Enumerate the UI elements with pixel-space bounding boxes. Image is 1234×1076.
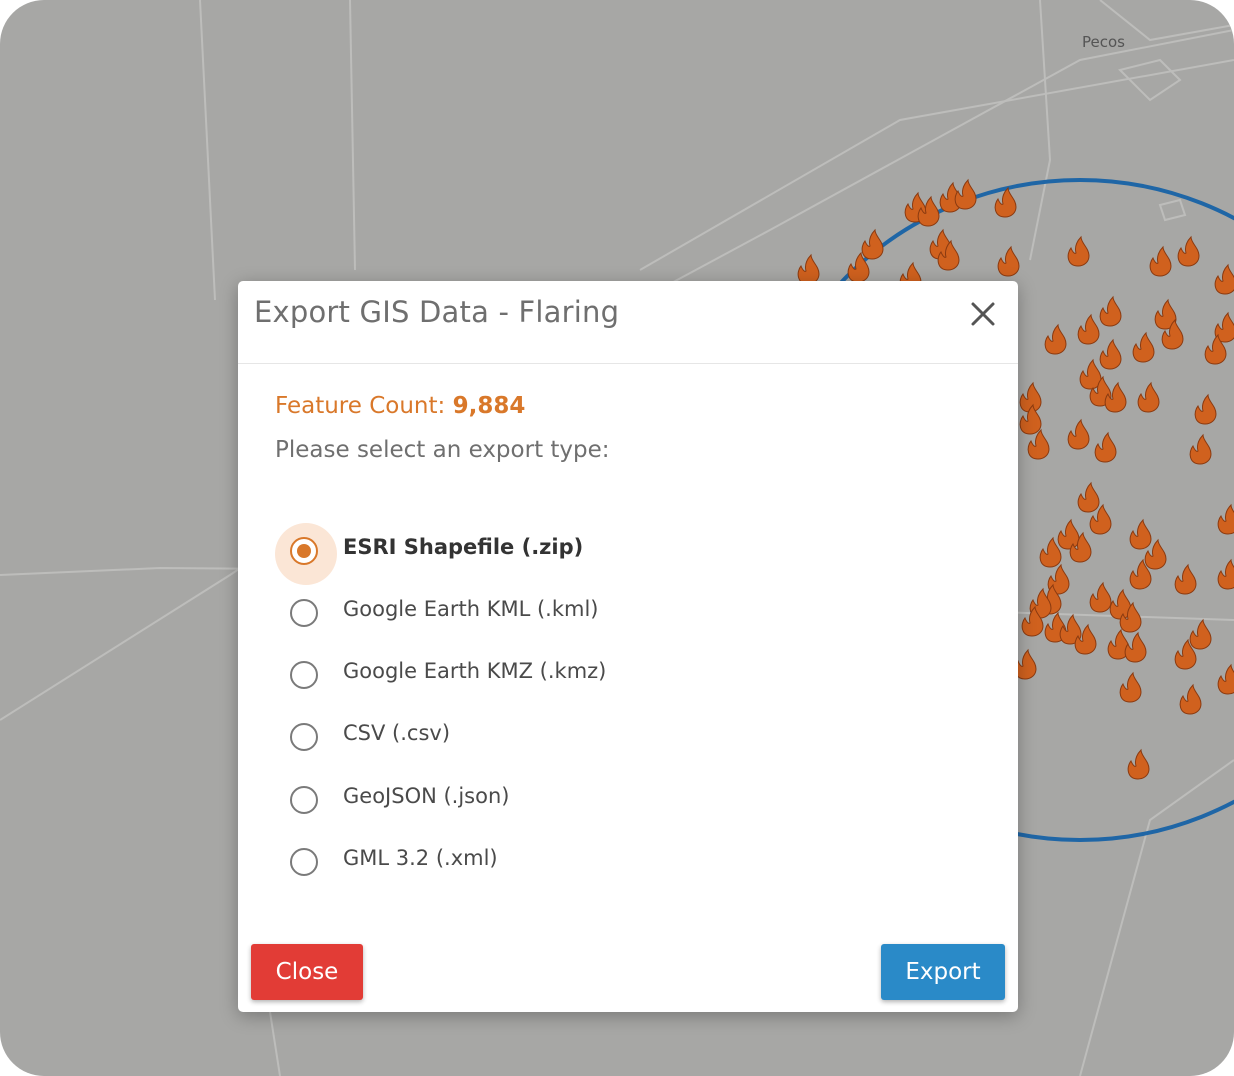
feature-count-label: Feature Count: xyxy=(275,393,453,419)
close-button[interactable]: Close xyxy=(251,944,363,1000)
dialog-header: Export GIS Data - Flaring xyxy=(238,281,1018,364)
option-label: GML 3.2 (.xml) xyxy=(343,846,498,870)
fire-icon[interactable] xyxy=(1149,245,1172,277)
option-label: Google Earth KML (.kml) xyxy=(343,597,599,621)
fire-icon[interactable] xyxy=(1177,235,1200,267)
fire-icon[interactable] xyxy=(1217,558,1234,590)
fire-icon[interactable] xyxy=(1174,563,1197,595)
fire-icon[interactable] xyxy=(1194,393,1217,425)
export-button[interactable]: Export xyxy=(881,944,1005,1000)
dialog-title: Export GIS Data - Flaring xyxy=(254,295,620,329)
radio-esri-shapefile[interactable] xyxy=(290,537,318,565)
radio-gml[interactable] xyxy=(290,848,318,876)
fire-icon[interactable] xyxy=(1039,536,1062,568)
fire-icon[interactable] xyxy=(1129,518,1152,550)
fire-icon[interactable] xyxy=(1067,418,1090,450)
fire-icon[interactable] xyxy=(797,253,820,285)
feature-count: Feature Count: 9,884 xyxy=(275,393,988,427)
option-label: ESRI Shapefile (.zip) xyxy=(343,535,584,559)
fire-icon[interactable] xyxy=(1189,433,1212,465)
map-view[interactable]: Pecos Export GIS Data - Flaring Feature … xyxy=(0,0,1234,1076)
option-gml[interactable]: GML 3.2 (.xml) xyxy=(275,840,775,890)
fire-icon[interactable] xyxy=(1077,313,1100,345)
fire-icon[interactable] xyxy=(1189,618,1212,650)
option-esri-shapefile[interactable]: ESRI Shapefile (.zip) xyxy=(275,523,775,585)
fire-icon[interactable] xyxy=(1179,683,1202,715)
fire-icon[interactable] xyxy=(997,245,1020,277)
option-label: CSV (.csv) xyxy=(343,721,451,745)
radio-kml[interactable] xyxy=(290,599,318,627)
dialog-body: Feature Count: 9,884 Please select an ex… xyxy=(275,393,988,876)
fire-icon[interactable] xyxy=(1214,263,1234,295)
fire-icon[interactable] xyxy=(1217,663,1234,695)
fire-icon[interactable] xyxy=(861,228,884,260)
fire-icon[interactable] xyxy=(1127,748,1150,780)
radio-kmz[interactable] xyxy=(290,661,318,689)
fire-icon[interactable] xyxy=(1089,581,1112,613)
fire-icon[interactable] xyxy=(1014,648,1037,680)
fire-icon[interactable] xyxy=(954,178,977,210)
option-label: GeoJSON (.json) xyxy=(343,784,510,808)
fire-icon[interactable] xyxy=(1067,235,1090,267)
map-place-label: Pecos xyxy=(1082,33,1125,51)
fire-icon[interactable] xyxy=(1132,331,1155,363)
option-kml[interactable]: Google Earth KML (.kml) xyxy=(275,591,775,641)
fire-icon[interactable] xyxy=(1137,381,1160,413)
close-icon[interactable] xyxy=(968,299,998,329)
export-dialog: Export GIS Data - Flaring Feature Count:… xyxy=(238,281,1018,1012)
option-csv[interactable]: CSV (.csv) xyxy=(275,715,775,765)
export-type-prompt: Please select an export type: xyxy=(275,437,610,463)
fire-icon[interactable] xyxy=(1044,323,1067,355)
option-label: Google Earth KMZ (.kmz) xyxy=(343,659,607,683)
fire-icon[interactable] xyxy=(1077,481,1100,513)
feature-count-value: 9,884 xyxy=(452,393,526,419)
fire-icon[interactable] xyxy=(1119,671,1142,703)
radio-csv[interactable] xyxy=(290,723,318,751)
fire-icon[interactable] xyxy=(1057,518,1080,550)
option-kmz[interactable]: Google Earth KMZ (.kmz) xyxy=(275,653,775,703)
fire-icon[interactable] xyxy=(1124,631,1147,663)
fire-icon[interactable] xyxy=(1094,431,1117,463)
radio-geojson[interactable] xyxy=(290,786,318,814)
fire-icon[interactable] xyxy=(1217,503,1234,535)
fire-icon[interactable] xyxy=(1099,338,1122,370)
fire-icon[interactable] xyxy=(1099,295,1122,327)
option-geojson[interactable]: GeoJSON (.json) xyxy=(275,778,775,828)
